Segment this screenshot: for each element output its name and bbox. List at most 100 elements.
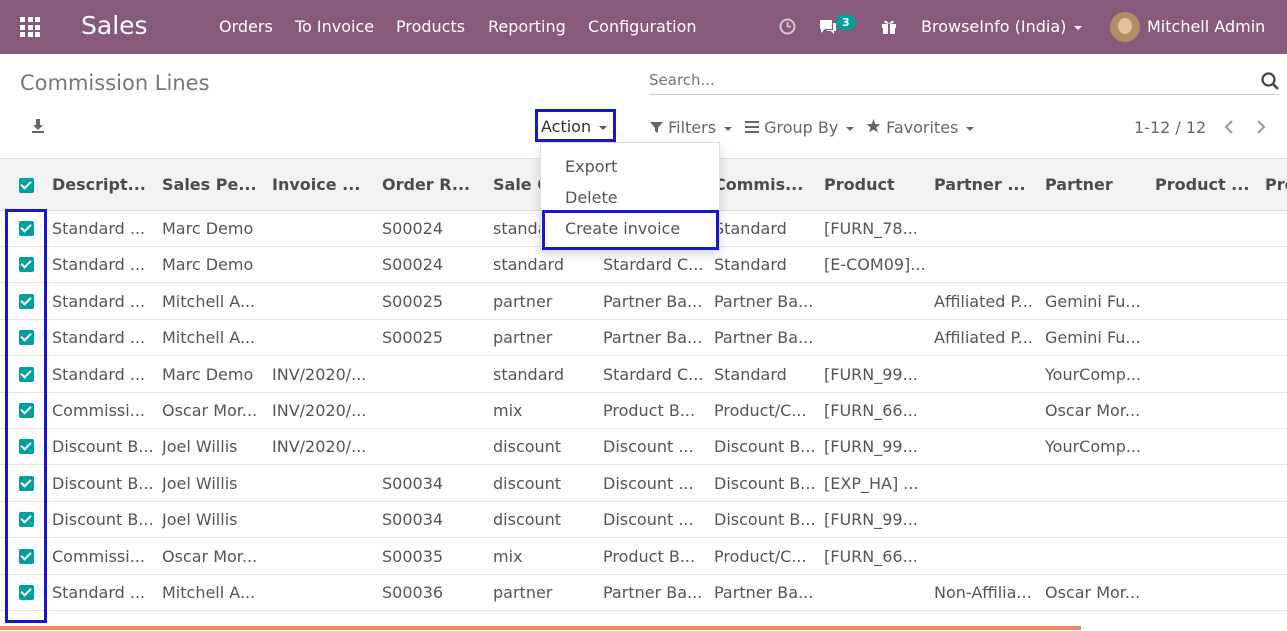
table-cell: Mitchell A... (162, 291, 256, 311)
table-row[interactable]: Standard ... Marc Demo S00024 standard Stard… (0, 247, 1287, 284)
table-cell: Standard (714, 255, 787, 275)
table-cell: Discount B... (52, 437, 152, 457)
table-cell: S00035 (382, 546, 444, 566)
table-cell: [FURN_78... (824, 219, 918, 238)
table-cell: [E-COM09]... (824, 255, 924, 275)
column-header[interactable]: Invoice ... (272, 175, 372, 194)
menu-to-invoice[interactable]: To Invoice (295, 17, 374, 36)
table-row[interactable]: Commissi... Oscar Mor... S00035 mix Product … (0, 538, 1287, 575)
table-cell: Discount B... (714, 510, 814, 530)
table-cell: Standard ... (52, 255, 146, 275)
table-cell: partner (493, 328, 553, 348)
group-by-label: Group By (764, 118, 839, 137)
download-icon[interactable] (30, 118, 46, 134)
column-header[interactable]: Product (824, 175, 924, 194)
table-cell: S00025 (382, 328, 444, 348)
chevron-right-icon[interactable] (1255, 120, 1267, 134)
menu-item-delete[interactable]: Delete (565, 188, 618, 207)
search-icon[interactable] (1261, 72, 1279, 90)
activity-clock-icon[interactable] (779, 18, 796, 35)
table-row[interactable]: Standard ... Mitchell A... S00036 partner Pa… (0, 575, 1287, 611)
table-cell: Partner Ba... (603, 583, 703, 602)
company-name: BrowseInfo (India) (921, 17, 1067, 36)
table-cell: Partner Ba... (714, 291, 814, 311)
table-cell: partner (493, 583, 553, 602)
column-header[interactable]: Commis... (714, 175, 814, 194)
table-cell: partner (493, 291, 553, 311)
table-row[interactable]: Commissi... Oscar Mor... INV/2020/... mix Pr… (0, 393, 1287, 429)
table-cell: INV/2020/... (272, 401, 367, 420)
apps-menu-icon[interactable] (20, 17, 40, 37)
menu-item-export[interactable]: Export (565, 157, 617, 176)
column-header[interactable]: Sale C (493, 175, 541, 194)
messages-icon[interactable] (818, 18, 838, 35)
table-row[interactable]: Standard ... Mitchell A... S00025 partner Pa… (0, 284, 1287, 320)
chevron-left-icon[interactable] (1223, 120, 1235, 134)
pager-value[interactable]: 1-12 / 12 (1134, 118, 1206, 137)
table-row[interactable]: Discount B... Joel Willis S00034 discount Di… (0, 465, 1287, 502)
menu-products[interactable]: Products (396, 17, 465, 36)
chevron-down-icon (966, 126, 975, 131)
column-header[interactable]: Partner (1045, 175, 1145, 194)
column-header[interactable]: Partner ... (934, 175, 1034, 194)
menu-orders[interactable]: Orders (219, 17, 273, 36)
selection-highlight (5, 209, 47, 623)
menu-reporting[interactable]: Reporting (488, 17, 566, 36)
table-cell: YourComp... (1045, 364, 1142, 384)
table-cell: Oscar Mor... (162, 546, 258, 566)
menu-configuration[interactable]: Configuration (588, 17, 697, 36)
table-cell: [FURN_66... (824, 546, 918, 566)
table-row[interactable]: Discount B... Joel Willis S00034 discount Di… (0, 502, 1287, 539)
chevron-down-icon (846, 126, 855, 131)
list-icon (745, 121, 759, 133)
user-name[interactable]: Mitchell Admin (1147, 17, 1265, 36)
table-cell: S00024 (382, 219, 444, 238)
search-input[interactable] (649, 66, 1239, 89)
table-cell: Affiliated P... (934, 291, 1033, 311)
avatar[interactable] (1110, 12, 1140, 42)
column-header[interactable]: Descript... (52, 175, 152, 194)
table-cell: [FURN_66... (824, 401, 918, 420)
column-header[interactable]: Order R... (382, 175, 482, 194)
column-header[interactable]: Product ... (1155, 175, 1255, 194)
group-by-button[interactable]: Group By (745, 118, 855, 137)
gift-icon[interactable] (880, 17, 898, 35)
table-cell: Product/C... (714, 546, 807, 566)
filters-label: Filters (668, 118, 717, 137)
favorites-button[interactable]: Favorites (866, 118, 975, 137)
company-switcher[interactable]: BrowseInfo (India) (921, 17, 1083, 36)
filters-button[interactable]: Filters (650, 118, 733, 137)
table-cell: Oscar Mor... (162, 401, 258, 420)
action-dropdown: Export Delete Create invoice (540, 142, 720, 251)
table-cell: INV/2020/... (272, 437, 367, 457)
table-cell: Discount ... (603, 510, 694, 530)
table-cell: Discount B... (52, 473, 152, 493)
table-row[interactable]: Standard ... Marc Demo INV/2020/... standar… (0, 357, 1287, 393)
favorites-label: Favorites (886, 118, 959, 137)
table-cell: Mitchell A... (162, 583, 256, 602)
table-cell: S00024 (382, 255, 444, 275)
table-cell: Commissi... (52, 546, 145, 566)
select-all-checkbox[interactable] (19, 178, 34, 193)
table-cell: Non-Affilia... (934, 583, 1032, 602)
table-cell: YourComp... (1045, 437, 1142, 457)
table-cell: Partner Ba... (603, 291, 703, 311)
table-cell: Standard ... (52, 328, 146, 348)
table-cell: Gemini Fu... (1045, 291, 1141, 311)
column-header[interactable]: Pro (1265, 175, 1287, 194)
search-bar (649, 66, 1279, 95)
table-cell: [FURN_99... (824, 364, 918, 384)
table-row[interactable]: Standard ... Mitchell A... S00025 partner Pa… (0, 320, 1287, 357)
table-cell: S00036 (382, 583, 444, 602)
table-cell: S00025 (382, 291, 444, 311)
table-cell: Partner Ba... (714, 328, 814, 348)
table-row[interactable]: Discount B... Joel Willis INV/2020/... disc… (0, 429, 1287, 466)
table-cell: mix (493, 401, 523, 420)
table-cell: Oscar Mor... (1045, 583, 1141, 602)
table-cell: Joel Willis (162, 437, 238, 457)
action-button[interactable]: Action (535, 109, 616, 142)
create-invoice-highlight (542, 210, 719, 250)
column-header[interactable]: Sales Pe... (162, 175, 262, 194)
table-cell: S00034 (382, 473, 444, 493)
table-cell: Oscar Mor... (1045, 401, 1141, 420)
